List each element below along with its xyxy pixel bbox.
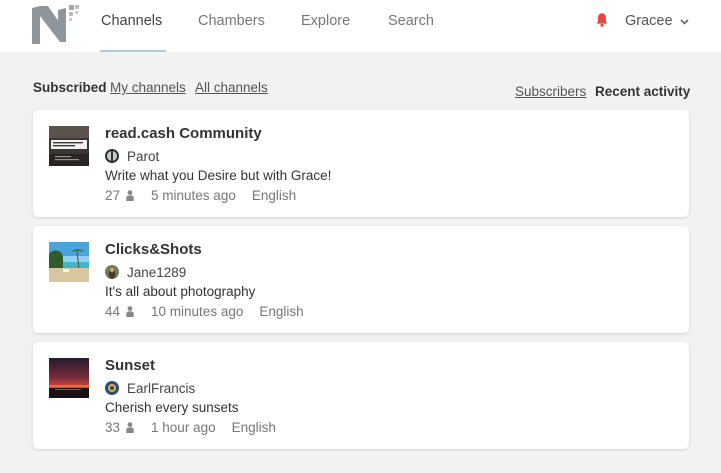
channel-description: Write what you Desire but with Grace! [105, 168, 332, 183]
top-navigation-bar: Channels Chambers Explore Search Gracee [0, 0, 721, 52]
channel-thumbnail[interactable] [49, 126, 89, 166]
owner-name: EarlFrancis [127, 380, 196, 396]
person-icon [126, 190, 134, 201]
channel-owner[interactable]: Parot [105, 148, 159, 164]
channel-card[interactable]: Sunset EarlFrancis Cherish every sunsets… [33, 342, 689, 449]
subscriber-count: 27 [105, 188, 121, 203]
sort-subscribers[interactable]: Subscribers [515, 83, 586, 101]
channel-meta: 33 1 hour ago English [105, 420, 276, 435]
owner-name: Parot [127, 148, 160, 164]
channel-language: English [259, 304, 304, 319]
channel-owner[interactable]: Jane1289 [105, 264, 186, 280]
owner-avatar [105, 265, 119, 279]
person-icon [126, 422, 134, 433]
channel-meta: 44 10 minutes ago English [105, 304, 304, 319]
user-menu[interactable]: Gracee [625, 0, 689, 42]
channel-card[interactable]: Clicks&Shots Jane1289 It's all about pho… [33, 226, 689, 333]
tab-explore[interactable]: Explore [301, 0, 350, 52]
channel-title[interactable]: Clicks&Shots [105, 241, 202, 258]
owner-avatar [105, 149, 119, 163]
channel-card[interactable]: read.cash Community Parot Write what you… [33, 110, 689, 217]
last-activity: 5 minutes ago [151, 188, 236, 203]
last-activity: 10 minutes ago [151, 304, 244, 319]
filter-my-channels[interactable]: My channels [110, 79, 186, 97]
channel-language: English [231, 420, 276, 435]
bell-icon[interactable] [595, 12, 609, 28]
channel-filter-bar: Subscribed My channels All channels Subs… [0, 79, 721, 99]
channel-title[interactable]: read.cash Community [105, 125, 262, 142]
tab-chambers[interactable]: Chambers [198, 0, 265, 52]
channel-meta: 27 5 minutes ago English [105, 188, 296, 203]
user-name: Gracee [625, 13, 673, 29]
beach-photo-icon [49, 242, 89, 282]
last-activity: 1 hour ago [151, 420, 216, 435]
tab-channels[interactable]: Channels [99, 0, 167, 52]
sunset-photo-icon [49, 358, 89, 398]
chevron-down-icon [679, 18, 689, 25]
channel-description: It's all about photography [105, 284, 256, 299]
person-icon [126, 306, 134, 317]
noise-cash-logo-icon[interactable] [30, 2, 80, 46]
subscriber-count: 33 [105, 420, 121, 435]
subscriber-count: 44 [105, 304, 121, 319]
channel-owner[interactable]: EarlFrancis [105, 380, 195, 396]
read-cash-logo-icon [49, 126, 89, 166]
channel-description: Cherish every sunsets [105, 400, 239, 415]
owner-name: Jane1289 [127, 264, 187, 280]
owner-avatar [105, 381, 119, 395]
filter-subscribed[interactable]: Subscribed [33, 79, 107, 97]
tab-search[interactable]: Search [388, 0, 434, 52]
channel-title[interactable]: Sunset [105, 357, 155, 374]
channel-language: English [251, 188, 297, 203]
sort-recent-activity[interactable]: Recent activity [595, 83, 690, 101]
filter-all-channels[interactable]: All channels [195, 79, 268, 97]
channel-thumbnail[interactable] [49, 242, 89, 282]
channel-thumbnail[interactable] [49, 358, 89, 398]
